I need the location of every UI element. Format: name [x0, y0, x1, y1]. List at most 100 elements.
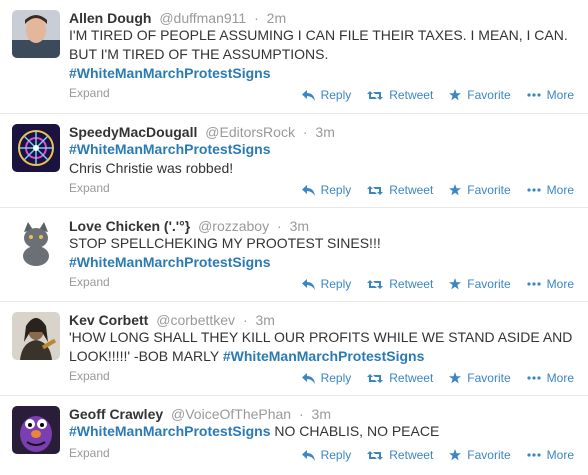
hashtag-link[interactable]: #WhiteManMarchProtestSigns	[69, 65, 270, 81]
tweet-header: SpeedyMacDougall @EditorsRock · 3m	[69, 123, 335, 141]
separator-dot: ·	[254, 10, 259, 26]
avatar[interactable]	[12, 312, 60, 360]
tweet-text: 'HOW LONG SHALL THEY KILL OUR PROFITS WH…	[69, 328, 584, 366]
favorite-button[interactable]: Favorite	[449, 88, 511, 102]
avatar[interactable]	[12, 10, 60, 58]
hashtag-link[interactable]: #WhiteManMarchProtestSigns	[69, 254, 270, 270]
hashtag-link[interactable]: #WhiteManMarchProtestSigns	[69, 423, 270, 439]
favorite-label: Favorite	[467, 88, 511, 102]
favorite-label: Favorite	[467, 277, 511, 291]
tweet-header: Geoff Crawley @VoiceOfThePhan · 3m	[69, 405, 331, 423]
reply-label: Reply	[320, 371, 352, 385]
hashtag-link[interactable]: #WhiteManMarchProtestSigns	[69, 141, 270, 157]
favorite-button[interactable]: Favorite	[449, 371, 511, 385]
reply-icon	[301, 372, 315, 384]
tweet-text: STOP SPELLCHEKING MY PROOTEST SINES!!! #…	[69, 234, 584, 272]
tweet-actions: Reply Retweet Favorite More	[286, 88, 574, 102]
favorite-button[interactable]: Favorite	[449, 277, 511, 291]
reply-button[interactable]: Reply	[301, 277, 352, 291]
user-handle[interactable]: @duffman911	[159, 10, 246, 26]
reply-button[interactable]: Reply	[301, 183, 351, 197]
more-button[interactable]: More	[527, 448, 574, 462]
more-label: More	[546, 88, 574, 102]
user-name[interactable]: Geoff Crawley	[69, 406, 163, 422]
reply-label: Reply	[320, 88, 352, 102]
kitten-photo-icon	[12, 218, 60, 266]
tweet-item[interactable]: Allen Dough @duffman911 · 2m I'M TIRED O…	[0, 0, 588, 114]
retweet-label: Retweet	[389, 371, 434, 385]
tweet-item[interactable]: Love Chicken ('.'°} @rozzaboy · 3m STOP …	[0, 208, 588, 302]
retweet-label: Retweet	[389, 183, 434, 197]
separator-dot: ·	[298, 406, 304, 422]
user-name[interactable]: Allen Dough	[69, 10, 151, 26]
more-button[interactable]: More	[527, 183, 574, 197]
reply-icon	[301, 89, 315, 101]
more-label: More	[546, 183, 574, 197]
tweet-item[interactable]: SpeedyMacDougall @EditorsRock · 3m #Whit…	[0, 114, 588, 208]
more-dots-icon	[527, 376, 541, 380]
more-button[interactable]: More	[527, 88, 574, 102]
tweet-feed: Allen Dough @duffman911 · 2m I'M TIRED O…	[0, 0, 588, 475]
avatar[interactable]	[12, 406, 60, 454]
more-button[interactable]: More	[527, 371, 574, 385]
expand-link[interactable]: Expand	[69, 369, 110, 383]
avatar[interactable]	[12, 218, 60, 266]
star-icon	[449, 278, 462, 290]
tweet-header: Kev Corbett @corbettkev · 3m	[69, 311, 275, 329]
favorite-label: Favorite	[467, 448, 511, 462]
expand-link[interactable]: Expand	[69, 275, 110, 289]
more-label: More	[546, 277, 574, 291]
retweet-label: Retweet	[389, 277, 434, 291]
expand-link[interactable]: Expand	[69, 446, 110, 460]
tweet-text-line: STOP SPELLCHEKING MY PROOTEST SINES!!!	[69, 235, 381, 251]
more-label: More	[546, 448, 574, 462]
tweet-text: #WhiteManMarchProtestSigns NO CHABLIS, N…	[69, 422, 584, 441]
star-icon	[449, 184, 462, 196]
reply-button[interactable]: Reply	[301, 371, 352, 385]
user-name[interactable]: Kev Corbett	[69, 312, 148, 328]
user-name[interactable]: Love Chicken ('.'°}	[69, 218, 190, 234]
retweet-button[interactable]: Retweet	[367, 183, 433, 197]
tweet-actions: Reply Retweet Favorite More	[286, 277, 574, 291]
tweet-text-line: Chris Christie was robbed!	[69, 160, 234, 176]
star-icon	[449, 372, 462, 384]
retweet-button[interactable]: Retweet	[367, 277, 433, 291]
user-name[interactable]: SpeedyMacDougall	[69, 124, 197, 140]
expand-link[interactable]: Expand	[69, 86, 110, 100]
reply-label: Reply	[320, 277, 352, 291]
hashtag-link[interactable]: #WhiteManMarchProtestSigns	[223, 348, 424, 364]
reply-button[interactable]: Reply	[301, 88, 352, 102]
retweet-button[interactable]: Retweet	[367, 448, 433, 462]
tweet-text: I'M TIRED OF PEOPLE ASSUMING I CAN FILE …	[69, 26, 584, 83]
more-label: More	[546, 371, 574, 385]
retweet-button[interactable]: Retweet	[367, 371, 433, 385]
user-handle[interactable]: @VoiceOfThePhan	[171, 406, 291, 422]
more-dots-icon	[527, 188, 541, 192]
user-handle[interactable]: @rozzaboy	[198, 218, 269, 234]
timestamp[interactable]: 3m	[312, 406, 331, 422]
avatar[interactable]	[12, 124, 60, 172]
tweet-header: Love Chicken ('.'°} @rozzaboy · 3m	[69, 217, 309, 235]
retweet-icon	[367, 185, 384, 195]
tweet-text-line: LOOK!!!!!' -BOB MARLY	[69, 348, 223, 364]
more-button[interactable]: More	[527, 277, 574, 291]
ferris-wheel-photo-icon	[12, 124, 60, 172]
timestamp[interactable]: 2m	[267, 10, 286, 26]
favorite-button[interactable]: Favorite	[449, 183, 511, 197]
user-handle[interactable]: @corbettkev	[156, 312, 235, 328]
more-dots-icon	[527, 282, 541, 286]
timestamp[interactable]: 3m	[290, 218, 309, 234]
reply-button[interactable]: Reply	[301, 448, 351, 462]
favorite-button[interactable]: Favorite	[449, 448, 511, 462]
retweet-button[interactable]: Retweet	[367, 88, 433, 102]
user-handle[interactable]: @EditorsRock	[205, 124, 295, 140]
retweet-label: Retweet	[389, 448, 434, 462]
timestamp[interactable]: 3m	[256, 312, 275, 328]
expand-link[interactable]: Expand	[69, 181, 110, 195]
more-dots-icon	[527, 93, 541, 97]
retweet-icon	[367, 279, 384, 289]
timestamp[interactable]: 3m	[315, 124, 334, 140]
retweet-icon	[367, 373, 384, 383]
tweet-item[interactable]: Kev Corbett @corbettkev · 3m 'HOW LONG S…	[0, 302, 588, 396]
tweet-item[interactable]: Geoff Crawley @VoiceOfThePhan · 3m #Whit…	[0, 396, 588, 475]
